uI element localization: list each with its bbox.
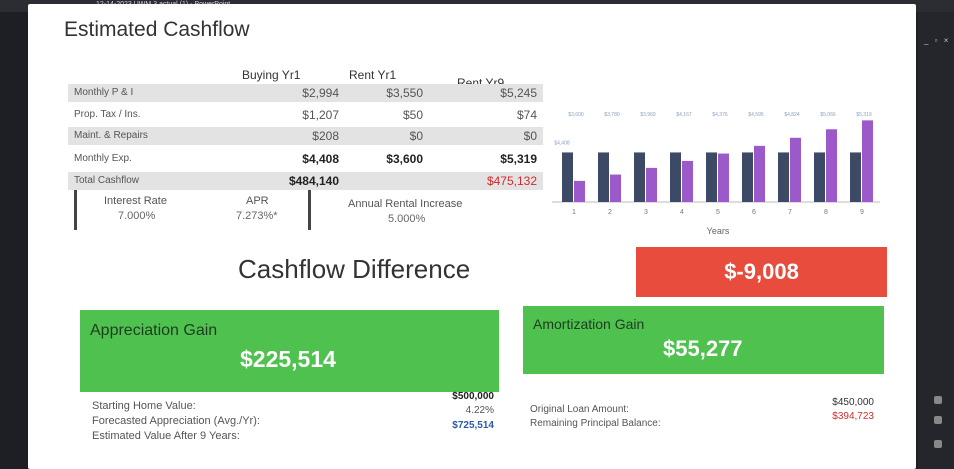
slide-title: Estimated Cashflow: [64, 18, 250, 41]
arrow-up-icon[interactable]: [934, 396, 942, 404]
row-label: Monthly Exp.: [74, 153, 132, 164]
data-label: $5,319: [856, 112, 872, 118]
table-row: Prop. Tax / Ins. $1,207 $50 $74: [68, 106, 543, 124]
appreciation-gain-value: $225,514: [240, 346, 336, 372]
chart-bar: [646, 167, 657, 202]
cell-buy: $2,994: [302, 86, 339, 100]
amortization-gain-value: $55,277: [663, 336, 743, 361]
appreciation-gain-box: Appreciation Gain $225,514: [80, 310, 499, 392]
table-row: Monthly P & I $2,994 $3,550 $5,245: [68, 84, 543, 102]
chart-bar: [574, 180, 585, 202]
x-tick-label: 4: [680, 209, 684, 216]
header-rent-yr1: Rent Yr1: [349, 68, 397, 82]
data-label: $4,595: [748, 112, 764, 118]
x-tick-label: 3: [644, 209, 648, 216]
x-tick-label: 7: [788, 209, 792, 216]
zoom-icon[interactable]: [934, 440, 942, 448]
estimated-value: $725,514: [452, 420, 494, 431]
chart-bar: [634, 152, 645, 202]
forecast-appreciation-value: 4.22%: [465, 405, 494, 416]
x-tick-label: 2: [608, 209, 612, 216]
cashflow-difference-box: $-9,008: [636, 247, 887, 297]
cell-buy: $4,408: [302, 152, 339, 166]
table-row: Maint. & Repairs $208 $0 $0: [68, 127, 543, 145]
cell-buy: $1,207: [302, 108, 339, 122]
chart-bar: [826, 129, 837, 202]
chart-bar: [862, 120, 873, 202]
arrow-down-icon[interactable]: [934, 416, 942, 424]
apr-label: APR: [246, 195, 269, 207]
amortization-gain-box: Amortization Gain $55,277: [523, 306, 884, 374]
cashflow-chart: 1 $3,600 2 $3,780 3 $3,969 4 $4,167 5 $4,376 6 $4,5…: [532, 74, 888, 244]
x-axis-label: Years: [707, 226, 730, 236]
row-label: Prop. Tax / Ins.: [74, 109, 141, 120]
appreciation-gain-title: Appreciation Gain: [90, 322, 218, 339]
data-label: $3,600: [568, 112, 584, 118]
window-controls[interactable]: _ ▫ ×: [924, 36, 950, 45]
chart-bar: [718, 153, 729, 202]
rental-increase-value: 5.000%: [388, 213, 426, 225]
chart-bar: [778, 152, 789, 202]
data-label: $3,780: [604, 112, 620, 118]
original-loan-value: $450,000: [832, 397, 874, 408]
cell-rent1: $3,550: [386, 86, 423, 100]
remaining-principal-label: Remaining Principal Balance:: [530, 418, 661, 429]
chart-bar: [706, 152, 717, 202]
chart-svg: 1 $3,600 2 $3,780 3 $3,969 4 $4,167 5 $4,376 6 $4,5…: [552, 112, 880, 236]
chart-bar: [682, 160, 693, 202]
starting-home-value: $500,000: [452, 391, 494, 402]
right-rail: _ ▫ ×: [918, 12, 954, 469]
data-label: $4,824: [784, 112, 800, 118]
cell-rent1: $50: [402, 108, 423, 122]
data-label: $5,066: [820, 112, 836, 118]
divider: [308, 190, 311, 230]
x-tick-label: 5: [716, 209, 720, 216]
x-tick-label: 6: [752, 209, 756, 216]
table-row: Monthly Exp. $4,408 $3,600 $5,319: [68, 150, 543, 168]
data-label: $3,969: [640, 112, 656, 118]
cell-rent1: $3,600: [386, 152, 423, 166]
estimated-value-label: Estimated Value After 9 Years:: [92, 430, 240, 442]
apr-value: 7.273%*: [236, 210, 278, 222]
x-tick-label: 9: [860, 209, 864, 216]
forecast-appreciation-label: Forecasted Appreciation (Avg./Yr):: [92, 415, 260, 427]
chart-bar: [850, 152, 861, 202]
data-label: $4,408: [554, 140, 570, 146]
row-label: Maint. & Repairs: [74, 130, 148, 141]
chart-bar: [814, 152, 825, 202]
row-label: Total Cashflow: [74, 175, 140, 186]
chart-bar: [742, 152, 753, 202]
rental-increase-label: Annual Rental Increase: [348, 198, 463, 210]
x-tick-label: 8: [824, 209, 828, 216]
slide-canvas: Estimated Cashflow Buying Yr1 Rent Yr1 R…: [28, 4, 916, 469]
interest-rate-value: 7.000%: [118, 210, 156, 222]
row-label: Monthly P & I: [74, 87, 134, 98]
original-loan-label: Original Loan Amount:: [530, 404, 629, 415]
chart-bar: [562, 152, 573, 202]
cell-rent1: $0: [409, 129, 423, 143]
remaining-principal-value: $394,723: [832, 411, 874, 422]
x-tick-label: 1: [572, 209, 576, 216]
divider: [74, 190, 77, 230]
starting-home-value-label: Starting Home Value:: [92, 400, 196, 412]
interest-rate-label: Interest Rate: [104, 195, 167, 207]
chart-bar: [790, 137, 801, 202]
cashflow-difference-value: $-9,008: [724, 259, 799, 284]
cell-buy: $208: [312, 129, 339, 143]
data-label: $4,376: [712, 112, 728, 118]
rate-summary: Interest Rate 7.000% APR 7.273%* Annual …: [68, 186, 548, 232]
chart-bar: [610, 174, 621, 202]
header-buying-yr1: Buying Yr1: [242, 68, 301, 82]
amortization-gain-title: Amortization Gain: [533, 316, 645, 332]
chart-bar: [670, 152, 681, 202]
data-label: $4,167: [676, 112, 692, 118]
chart-bar: [754, 145, 765, 202]
cashflow-difference-title: Cashflow Difference: [238, 254, 471, 284]
chart-bar: [598, 152, 609, 202]
